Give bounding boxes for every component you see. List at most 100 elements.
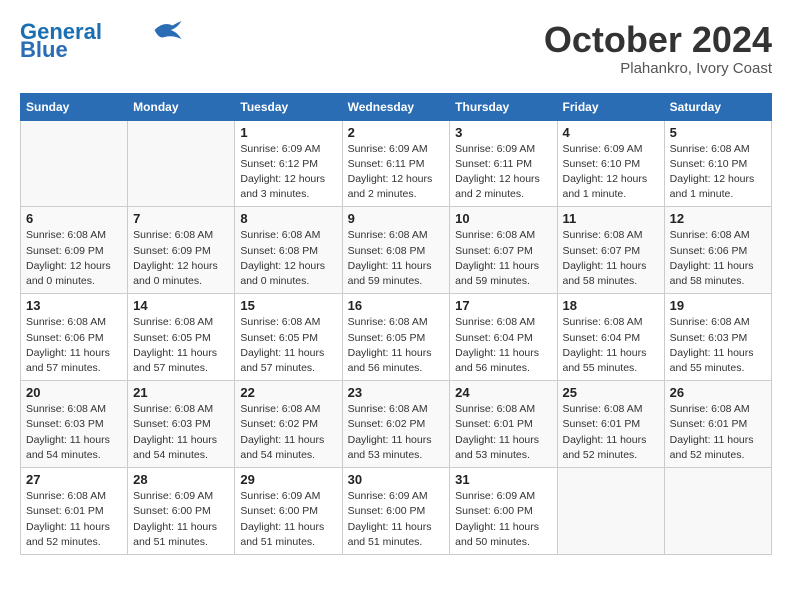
day-info: Sunrise: 6:08 AM Sunset: 6:04 PM Dayligh… [455,315,551,376]
day-number: 5 [670,125,766,140]
day-number: 12 [670,211,766,226]
header-day-friday: Friday [557,93,664,120]
day-number: 20 [26,385,122,400]
calendar-table: SundayMondayTuesdayWednesdayThursdayFrid… [20,93,772,555]
day-number: 16 [348,298,445,313]
calendar-cell: 25 Sunrise: 6:08 AM Sunset: 6:01 PM Dayli… [557,381,664,468]
day-info: Sunrise: 6:08 AM Sunset: 6:02 PM Dayligh… [240,402,336,463]
calendar-cell: 10Sunrise: 6:08 AM Sunset: 6:07 PM Dayli… [450,207,557,294]
day-info: Sunrise: 6:09 AM Sunset: 6:00 PM Dayligh… [455,489,551,550]
calendar-cell: 1Sunrise: 6:09 AM Sunset: 6:12 PM Daylig… [235,120,342,207]
day-number: 19 [670,298,766,313]
calendar-cell [664,468,771,555]
day-info: Sunrise: 6:08 AM Sunset: 6:07 PM Dayligh… [455,228,551,289]
day-info: Sunrise: 6:08 AM Sunset: 6:01 PM Dayligh… [455,402,551,463]
calendar-cell: 24Sunrise: 6:08 AM Sunset: 6:01 PM Dayli… [450,381,557,468]
day-info: Sunrise: 6:09 AM Sunset: 6:10 PM Dayligh… [563,142,659,203]
calendar-cell: 17 Sunrise: 6:08 AM Sunset: 6:04 PM Dayli… [450,294,557,381]
calendar-cell [557,468,664,555]
calendar-cell: 31Sunrise: 6:09 AM Sunset: 6:00 PM Dayli… [450,468,557,555]
day-number: 4 [563,125,659,140]
day-info: Sunrise: 6:08 AM Sunset: 6:10 PM Dayligh… [670,142,766,203]
day-number: 7 [133,211,229,226]
day-number: 3 [455,125,551,140]
calendar-cell: 2 Sunrise: 6:09 AM Sunset: 6:11 PM Daylig… [342,120,450,207]
day-info: Sunrise: 6:08 AM Sunset: 6:06 PM Dayligh… [26,315,122,376]
day-info: Sunrise: 6:08 AM Sunset: 6:07 PM Dayligh… [563,228,659,289]
day-number: 6 [26,211,122,226]
day-number: 28 [133,472,229,487]
day-info: Sunrise: 6:08 AM Sunset: 6:06 PM Dayligh… [670,228,766,289]
calendar-cell: 27 Sunrise: 6:08 AM Sunset: 6:01 PM Dayli… [21,468,128,555]
day-number: 22 [240,385,336,400]
calendar-cell [128,120,235,207]
day-number: 17 [455,298,551,313]
day-number: 26 [670,385,766,400]
logo: General Blue [20,20,182,62]
calendar-cell: 5 Sunrise: 6:08 AM Sunset: 6:10 PM Daylig… [664,120,771,207]
day-info: Sunrise: 6:09 AM Sunset: 6:11 PM Dayligh… [348,142,445,203]
calendar-cell: 15Sunrise: 6:08 AM Sunset: 6:05 PM Dayli… [235,294,342,381]
calendar-cell: 8 Sunrise: 6:08 AM Sunset: 6:08 PM Daylig… [235,207,342,294]
day-number: 30 [348,472,445,487]
day-number: 9 [348,211,445,226]
day-info: Sunrise: 6:08 AM Sunset: 6:05 PM Dayligh… [133,315,229,376]
logo-bird-icon [154,21,182,39]
day-info: Sunrise: 6:08 AM Sunset: 6:01 PM Dayligh… [26,489,122,550]
day-number: 13 [26,298,122,313]
page-header: General Blue October 2024 Plahankro, Ivo… [20,20,772,77]
week-row-1: 1Sunrise: 6:09 AM Sunset: 6:12 PM Daylig… [21,120,772,207]
header-day-wednesday: Wednesday [342,93,450,120]
day-number: 21 [133,385,229,400]
day-info: Sunrise: 6:09 AM Sunset: 6:00 PM Dayligh… [240,489,336,550]
calendar-cell: 6 Sunrise: 6:08 AM Sunset: 6:09 PM Daylig… [21,207,128,294]
header-day-tuesday: Tuesday [235,93,342,120]
day-info: Sunrise: 6:08 AM Sunset: 6:03 PM Dayligh… [670,315,766,376]
day-info: Sunrise: 6:08 AM Sunset: 6:03 PM Dayligh… [133,402,229,463]
day-number: 23 [348,385,445,400]
month-title: October 2024 [544,20,772,60]
day-info: Sunrise: 6:08 AM Sunset: 6:04 PM Dayligh… [563,315,659,376]
calendar-header: SundayMondayTuesdayWednesdayThursdayFrid… [21,93,772,120]
day-number: 14 [133,298,229,313]
calendar-cell: 16 Sunrise: 6:08 AM Sunset: 6:05 PM Dayli… [342,294,450,381]
day-number: 25 [563,385,659,400]
calendar-cell: 30 Sunrise: 6:09 AM Sunset: 6:00 PM Dayli… [342,468,450,555]
day-info: Sunrise: 6:09 AM Sunset: 6:00 PM Dayligh… [348,489,445,550]
header-day-sunday: Sunday [21,93,128,120]
calendar-cell: 3 Sunrise: 6:09 AM Sunset: 6:11 PM Daylig… [450,120,557,207]
day-number: 2 [348,125,445,140]
week-row-5: 27 Sunrise: 6:08 AM Sunset: 6:01 PM Dayli… [21,468,772,555]
day-number: 27 [26,472,122,487]
day-info: Sunrise: 6:09 AM Sunset: 6:11 PM Dayligh… [455,142,551,203]
calendar-cell: 18Sunrise: 6:08 AM Sunset: 6:04 PM Dayli… [557,294,664,381]
calendar-cell [21,120,128,207]
calendar-body: 1Sunrise: 6:09 AM Sunset: 6:12 PM Daylig… [21,120,772,554]
day-info: Sunrise: 6:08 AM Sunset: 6:08 PM Dayligh… [348,228,445,289]
calendar-cell: 20 Sunrise: 6:08 AM Sunset: 6:03 PM Dayli… [21,381,128,468]
calendar-cell: 12 Sunrise: 6:08 AM Sunset: 6:06 PM Dayli… [664,207,771,294]
header-day-thursday: Thursday [450,93,557,120]
day-info: Sunrise: 6:08 AM Sunset: 6:08 PM Dayligh… [240,228,336,289]
calendar-cell: 21 Sunrise: 6:08 AM Sunset: 6:03 PM Dayli… [128,381,235,468]
calendar-cell: 14 Sunrise: 6:08 AM Sunset: 6:05 PM Dayli… [128,294,235,381]
day-info: Sunrise: 6:08 AM Sunset: 6:01 PM Dayligh… [670,402,766,463]
calendar-cell: 22 Sunrise: 6:08 AM Sunset: 6:02 PM Dayli… [235,381,342,468]
calendar-cell: 26 Sunrise: 6:08 AM Sunset: 6:01 PM Dayli… [664,381,771,468]
header-day-monday: Monday [128,93,235,120]
day-info: Sunrise: 6:09 AM Sunset: 6:12 PM Dayligh… [240,142,336,203]
calendar-cell: 4 Sunrise: 6:09 AM Sunset: 6:10 PM Daylig… [557,120,664,207]
day-info: Sunrise: 6:08 AM Sunset: 6:09 PM Dayligh… [26,228,122,289]
calendar-cell: 23 Sunrise: 6:08 AM Sunset: 6:02 PM Dayli… [342,381,450,468]
day-info: Sunrise: 6:08 AM Sunset: 6:05 PM Dayligh… [348,315,445,376]
week-row-3: 13 Sunrise: 6:08 AM Sunset: 6:06 PM Dayli… [21,294,772,381]
header-row: SundayMondayTuesdayWednesdayThursdayFrid… [21,93,772,120]
day-info: Sunrise: 6:08 AM Sunset: 6:09 PM Dayligh… [133,228,229,289]
calendar-cell: 11 Sunrise: 6:08 AM Sunset: 6:07 PM Dayli… [557,207,664,294]
day-info: Sunrise: 6:08 AM Sunset: 6:01 PM Dayligh… [563,402,659,463]
calendar-cell: 7 Sunrise: 6:08 AM Sunset: 6:09 PM Daylig… [128,207,235,294]
day-info: Sunrise: 6:08 AM Sunset: 6:02 PM Dayligh… [348,402,445,463]
day-info: Sunrise: 6:08 AM Sunset: 6:03 PM Dayligh… [26,402,122,463]
day-number: 11 [563,211,659,226]
day-number: 8 [240,211,336,226]
